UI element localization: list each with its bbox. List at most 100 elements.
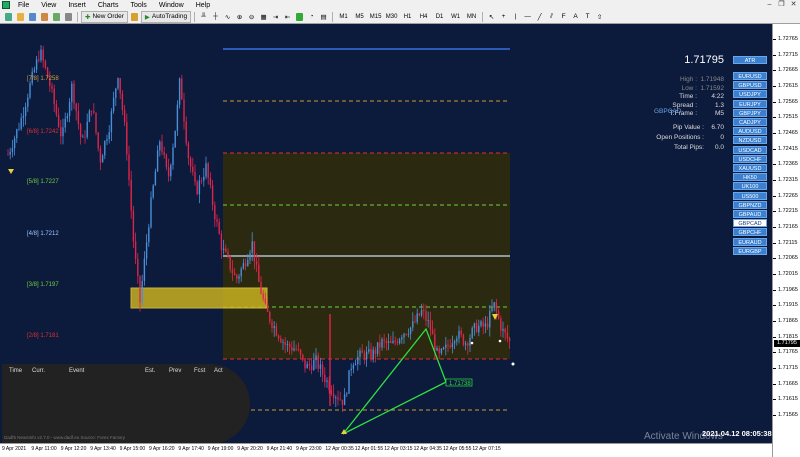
- indicators-icon[interactable]: [294, 11, 305, 23]
- candle-body: [167, 167, 170, 177]
- symbol-button-euraud[interactable]: EURAUD: [733, 237, 767, 246]
- symbol-button-gbpnzd[interactable]: GBPNZD: [733, 200, 767, 209]
- terminal-icon[interactable]: [51, 11, 62, 23]
- timeframe-d1[interactable]: D1: [432, 11, 447, 23]
- zoom-out-icon[interactable]: ⊖: [246, 11, 257, 23]
- candle-body: [392, 340, 394, 343]
- bar-chart-icon[interactable]: ╨: [198, 11, 209, 23]
- close-icon[interactable]: ✕: [789, 1, 798, 9]
- fibonacci-icon[interactable]: F: [558, 11, 569, 23]
- vertical-line-icon[interactable]: |: [510, 11, 521, 23]
- symbol-button-gbpaud[interactable]: GBPAUD: [733, 210, 767, 218]
- navigator-icon[interactable]: [39, 11, 50, 23]
- supply-demand-zone[interactable]: [130, 287, 268, 309]
- fib-level-index: [5/8]: [27, 179, 41, 185]
- fib-level-index: [6/8]: [27, 129, 41, 135]
- zoom-in-icon[interactable]: ⊕: [234, 11, 245, 23]
- text-icon[interactable]: A: [570, 11, 581, 23]
- candle-body: [506, 332, 509, 339]
- menu-help[interactable]: Help: [190, 2, 216, 9]
- symbol-button-usdchf[interactable]: USDCHF: [733, 154, 767, 163]
- candle-body: [357, 356, 359, 365]
- timeframe-m1[interactable]: M1: [336, 11, 351, 23]
- info-value: M5: [714, 110, 724, 117]
- timeframe-h1[interactable]: H1: [400, 11, 415, 23]
- new-chart-icon[interactable]: [3, 11, 14, 23]
- timeframe-mn[interactable]: MN: [464, 11, 479, 23]
- new-order-label: New Order: [92, 13, 124, 20]
- crosshair-icon[interactable]: +: [498, 11, 509, 23]
- label-icon[interactable]: T: [582, 11, 593, 23]
- cursor-icon[interactable]: ↖: [486, 11, 497, 23]
- info-value: 1.71592: [700, 84, 725, 92]
- candle-body: [475, 323, 478, 333]
- price-axis[interactable]: 1.72765 1.72715 1.72665 1.72615 1.72565 1.725…: [772, 24, 800, 457]
- line-chart-icon[interactable]: ∿: [222, 11, 233, 23]
- symbol-button-gbpcad[interactable]: GBPCAD: [733, 219, 767, 228]
- menu-insert[interactable]: Insert: [62, 2, 92, 9]
- arrows-icon[interactable]: ⇧: [594, 11, 605, 23]
- market-watch-icon[interactable]: [27, 11, 38, 23]
- menu-charts[interactable]: Charts: [92, 2, 125, 9]
- candle-body: [372, 349, 374, 360]
- periods-icon[interactable]: ◔: [306, 11, 317, 23]
- metaeditor-icon[interactable]: [129, 11, 140, 23]
- symbol-button-usdcad[interactable]: USDCAD: [733, 145, 767, 154]
- candlestick-icon[interactable]: ┼: [210, 11, 221, 23]
- harmonic-pattern-base[interactable]: [342, 381, 447, 435]
- symbol-button-uk100[interactable]: UK100: [733, 182, 767, 191]
- symbol-button-audusd[interactable]: AUDUSD: [733, 127, 767, 136]
- symbol-button-hk50[interactable]: HK50: [733, 173, 767, 182]
- minimize-icon[interactable]: –: [765, 1, 774, 9]
- candle-body: [398, 339, 401, 344]
- tester-icon[interactable]: [63, 11, 74, 23]
- timeframe-m5[interactable]: M5: [352, 11, 367, 23]
- timeframe-m15[interactable]: M15: [368, 11, 383, 23]
- atr-button[interactable]: ATR: [733, 56, 767, 64]
- candle-body: [473, 323, 476, 329]
- autoscroll-icon[interactable]: ⇥: [270, 11, 281, 23]
- trendline-icon[interactable]: ╱: [534, 11, 545, 23]
- app-icon: [2, 1, 10, 9]
- candle-body: [79, 124, 82, 138]
- symbol-button-xauusd[interactable]: XAUUSD: [733, 164, 767, 172]
- templates-icon[interactable]: ▤: [318, 11, 329, 23]
- timeframe-m30[interactable]: M30: [384, 11, 399, 23]
- symbol-button-cadjpy[interactable]: CADJPY: [733, 118, 767, 126]
- symbol-button-gbpchf[interactable]: GBPCHF: [733, 228, 767, 237]
- candle-body: [66, 115, 69, 119]
- autotrading-button[interactable]: ▶ AutoTrading: [140, 10, 192, 23]
- candle-body: [269, 311, 271, 322]
- menu-tools[interactable]: Tools: [124, 2, 152, 9]
- symbol-button-gbpusd[interactable]: GBPUSD: [733, 81, 767, 90]
- symbol-button-eurgbp[interactable]: EURGBP: [733, 246, 767, 255]
- symbol-button-usdjpy[interactable]: USDJPY: [733, 90, 767, 99]
- menu-file[interactable]: File: [12, 2, 35, 9]
- menu-view[interactable]: View: [35, 2, 62, 9]
- timeframe-w1[interactable]: W1: [448, 11, 463, 23]
- candle-body: [172, 147, 174, 165]
- candle-body: [460, 330, 462, 335]
- candle-body: [436, 348, 438, 351]
- profiles-icon[interactable]: [15, 11, 26, 23]
- timeframe-h4[interactable]: H4: [416, 11, 431, 23]
- candle-body: [361, 350, 363, 353]
- restore-icon[interactable]: ❐: [777, 1, 786, 9]
- candle-body: [93, 111, 95, 113]
- symbol-button-eurjpy[interactable]: EURJPY: [733, 99, 767, 108]
- channel-icon[interactable]: ⫽: [546, 11, 557, 23]
- time-tick: 9 Apr 11:00: [31, 446, 57, 452]
- symbol-button-nzdusd[interactable]: NZDUSD: [733, 136, 767, 145]
- candle-body: [277, 335, 280, 339]
- menu-window[interactable]: Window: [153, 2, 190, 9]
- new-order-button[interactable]: ✚ New Order: [81, 10, 128, 23]
- candle-body: [500, 318, 502, 331]
- symbol-button-us500[interactable]: US500: [733, 191, 767, 200]
- chart-area[interactable]: 1.71738 [7/8] 1.7258 [6/8] 1.7242 [5/8] 1.…: [0, 24, 800, 457]
- chart-shift-icon[interactable]: ⇤: [282, 11, 293, 23]
- symbol-button-eurusd[interactable]: EURUSD: [733, 72, 767, 80]
- tile-icon[interactable]: ▦: [258, 11, 269, 23]
- symbol-button-gbpjpy[interactable]: GBPJPY: [733, 108, 767, 117]
- candle-body: [143, 258, 146, 282]
- horizontal-line-icon[interactable]: —: [522, 11, 533, 23]
